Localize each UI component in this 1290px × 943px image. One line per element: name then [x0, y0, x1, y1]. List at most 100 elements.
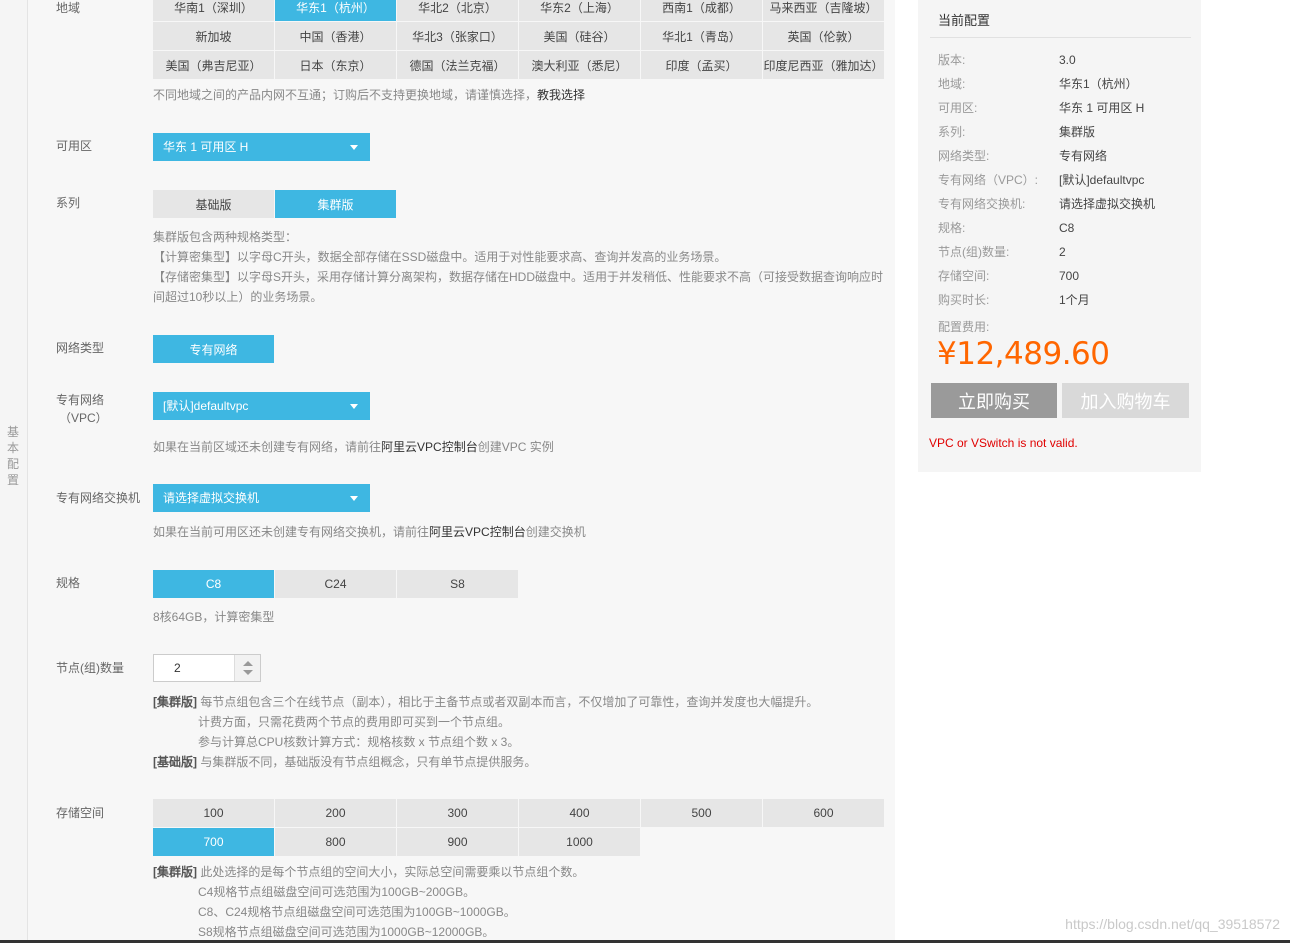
summary-panel: 当前配置 版本: 3.0 地域: 华东1（杭州） 可用区: 华东 1 可用区 H 系列: 集群… [918, 0, 1201, 472]
storage-options: 100 200 300 400 500 600 700 800 900 1000 [153, 799, 884, 856]
zone-label: 可用区 [56, 139, 93, 153]
region-option[interactable]: 华北2（北京） [397, 0, 518, 21]
summary-key: 节点(组)数量: [938, 245, 1010, 259]
zone-select[interactable]: 华东 1 可用区 H [153, 133, 370, 161]
price: ¥12,489.60 [937, 336, 1110, 372]
stepper-arrows[interactable] [234, 655, 260, 681]
storage-notes: [集群版] 此处选择的是每个节点组的空间大小，实际总空间需要乘以节点组个数。 C… [153, 865, 585, 939]
vswitch-console-link[interactable]: 阿里云VPC控制台 [429, 525, 526, 539]
spec-label: 规格 [56, 576, 81, 590]
summary-value: 集群版 [1059, 125, 1096, 139]
region-options: 华南1（深圳） 华东1（杭州） 华北2（北京） 华东2（上海） 西南1（成都） 马来西亚（… [153, 0, 884, 79]
summary-value: C8 [1059, 221, 1075, 235]
add-to-cart-button[interactable]: 加入购物车 [1062, 383, 1189, 418]
summary-key: 系列: [938, 125, 966, 139]
increment-icon[interactable] [243, 661, 253, 666]
storage-option[interactable]: 300 [397, 799, 518, 827]
buy-now-button[interactable]: 立即购买 [931, 383, 1057, 418]
network-type-options: 专有网络 [153, 335, 274, 363]
spec-note: 8核64GB，计算密集型 [153, 610, 275, 624]
region-option[interactable]: 西南1（成都） [641, 0, 762, 21]
network-type-label: 网络类型 [56, 341, 105, 355]
storage-option[interactable]: 800 [275, 828, 396, 856]
summary-key: 购买时长: [938, 293, 990, 307]
summary-key: 专有网络交换机: [938, 197, 1026, 211]
zone-select-value: 华东 1 可用区 H [163, 140, 249, 154]
vpc-note: 如果在当前区域还未创建专有网络，请前往阿里云VPC控制台创建VPC 实例 [153, 440, 554, 454]
section-label: 基本配置 [6, 425, 19, 487]
region-option[interactable]: 美国（弗吉尼亚） [153, 51, 274, 79]
region-option[interactable]: 华北3（张家口） [397, 22, 518, 50]
series-notes: 集群版包含两种规格类型： 【计算密集型】以字母C开头，数据全部存储在SSD磁盘中… [153, 230, 884, 304]
summary-key: 网络类型: [938, 149, 990, 163]
spec-option[interactable]: C8 [153, 570, 274, 598]
cost-label: 配置费用: [938, 320, 990, 334]
storage-option[interactable]: 600 [763, 799, 884, 827]
storage-label: 存储空间 [56, 806, 105, 820]
summary-value: 请选择虚拟交换机 [1059, 197, 1156, 211]
summary-key: 可用区: [938, 101, 978, 115]
storage-option[interactable]: 700 [153, 828, 274, 856]
region-option[interactable]: 华东2（上海） [519, 0, 640, 21]
series-options: 基础版 集群版 [153, 190, 396, 218]
region-option[interactable]: 澳大利亚（悉尼） [519, 51, 640, 79]
summary-value: 700 [1059, 269, 1080, 283]
summary-value: 1个月 [1059, 293, 1090, 307]
chevron-down-icon [350, 404, 358, 409]
storage-option[interactable]: 200 [275, 799, 396, 827]
storage-option[interactable]: 400 [519, 799, 640, 827]
summary-value: 专有网络 [1059, 149, 1108, 163]
region-option[interactable]: 德国（法兰克福） [397, 51, 518, 79]
left-strip: 基本配置 [0, 0, 28, 941]
network-type-option[interactable]: 专有网络 [153, 335, 274, 363]
nodes-input[interactable] [154, 655, 234, 681]
region-label: 地域 [56, 1, 81, 15]
region-note: 不同地域之间的产品内网不互通；订购后不支持更换地域，请谨慎选择，教我选择 [153, 88, 586, 102]
vswitch-select-value: 请选择虚拟交换机 [163, 491, 260, 505]
vpc-console-link[interactable]: 阿里云VPC控制台 [381, 440, 478, 454]
summary-key: 专有网络（VPC）: [938, 173, 1039, 187]
region-option[interactable]: 英国（伦敦） [763, 22, 884, 50]
region-option[interactable]: 印度（孟买） [641, 51, 762, 79]
region-option[interactable]: 中国（香港） [275, 22, 396, 50]
vpc-select[interactable]: [默认]defaultvpc [153, 392, 370, 420]
spec-options: C8 C24 S8 [153, 570, 518, 598]
region-option[interactable]: 华东1（杭州） [275, 0, 396, 21]
divider [930, 37, 1191, 38]
summary-title: 当前配置 [938, 13, 991, 28]
nodes-stepper[interactable] [153, 654, 261, 682]
chevron-down-icon [350, 496, 358, 501]
vswitch-label: 专有网络交换机 [56, 491, 141, 505]
storage-option[interactable]: 100 [153, 799, 274, 827]
summary-value: 3.0 [1059, 53, 1076, 67]
region-option[interactable]: 日本（东京） [275, 51, 396, 79]
region-option[interactable]: 美国（硅谷） [519, 22, 640, 50]
region-option[interactable]: 印度尼西亚（雅加达） [763, 51, 884, 79]
summary-value: 华东 1 可用区 H [1059, 101, 1145, 115]
decrement-icon[interactable] [243, 670, 253, 675]
how-to-choose-link[interactable]: 教我选择 [537, 88, 585, 102]
summary-key: 存储空间: [938, 269, 990, 283]
region-option[interactable]: 华南1（深圳） [153, 0, 274, 21]
region-option[interactable]: 马来西亚（吉隆坡） [763, 0, 884, 21]
region-option[interactable]: 华北1（青岛） [641, 22, 762, 50]
summary-value: 2 [1059, 245, 1066, 259]
summary-value: [默认]defaultvpc [1059, 173, 1145, 187]
series-option[interactable]: 基础版 [153, 190, 274, 218]
storage-option[interactable]: 500 [641, 799, 762, 827]
storage-option[interactable]: 1000 [519, 828, 640, 856]
chevron-down-icon [350, 145, 358, 150]
summary-value: 华东1（杭州） [1059, 77, 1138, 91]
nodes-notes: [集群版] 每节点组包含三个在线节点（副本），相比于主备节点或者双副本而言，不仅… [153, 695, 819, 769]
vpc-select-value: [默认]defaultvpc [163, 399, 249, 413]
spec-option[interactable]: S8 [397, 570, 518, 598]
series-option[interactable]: 集群版 [275, 190, 396, 218]
spec-option[interactable]: C24 [275, 570, 396, 598]
error-message: VPC or VSwitch is not valid. [929, 436, 1078, 450]
region-option[interactable]: 新加坡 [153, 22, 274, 50]
vswitch-note: 如果在当前可用区还未创建专有网络交换机，请前往阿里云VPC控制台创建交换机 [153, 525, 586, 539]
summary-key: 规格: [938, 221, 966, 235]
vswitch-select[interactable]: 请选择虚拟交换机 [153, 484, 370, 512]
storage-option[interactable]: 900 [397, 828, 518, 856]
summary-key: 版本: [938, 53, 966, 67]
